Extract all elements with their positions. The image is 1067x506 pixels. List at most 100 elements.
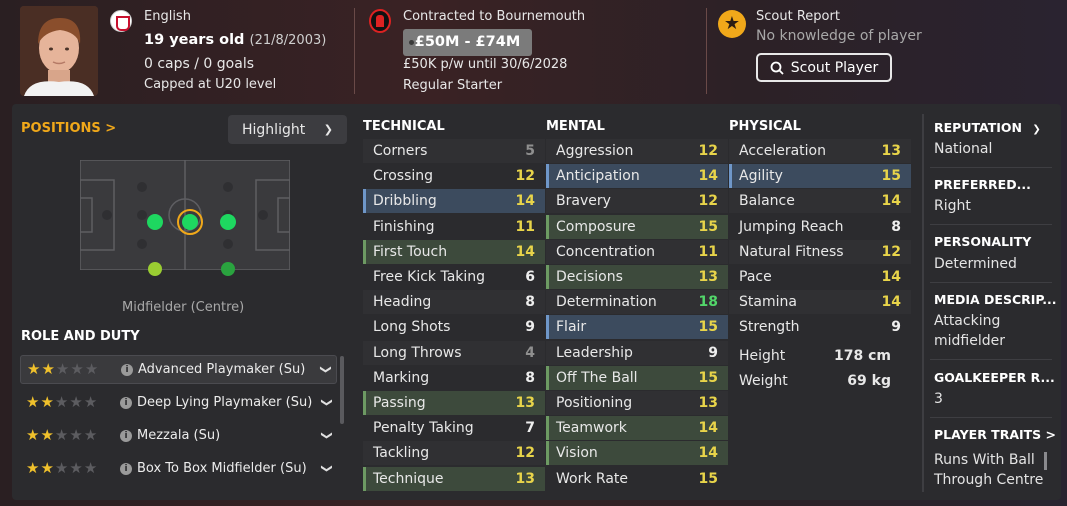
attribute-value: 12: [515, 445, 535, 462]
attribute-value: 15: [698, 218, 718, 235]
sidebar-divider: [922, 114, 924, 492]
pitch-pos-amc-right: [221, 262, 235, 276]
technical-attribute-row[interactable]: Technique 13: [363, 466, 545, 491]
attribute-value: 11: [515, 218, 535, 235]
role-row[interactable]: ★ ★ ★ ★ ★ i Mezzala (Su) ❯: [20, 421, 337, 450]
mental-attribute-row[interactable]: Composure 15: [546, 214, 728, 239]
technical-attribute-row[interactable]: Corners 5: [363, 139, 545, 163]
star-icon: ★: [83, 459, 98, 477]
star-icon: ★: [69, 426, 83, 444]
attribute-name: Aggression: [556, 143, 634, 159]
physical-attribute-row[interactable]: Natural Fitness 12: [729, 239, 911, 264]
mental-attribute-row[interactable]: Flair 15: [546, 315, 728, 340]
technical-attribute-row[interactable]: Free Kick Taking 6: [363, 265, 545, 289]
highlight-dropdown[interactable]: Highlight ❯: [228, 115, 347, 144]
physical-attribute-row[interactable]: Acceleration 13: [729, 139, 911, 163]
technical-attribute-row[interactable]: Finishing 11: [363, 215, 545, 239]
attribute-value: 14: [881, 193, 901, 210]
pitch-pos-dm-right: [220, 214, 236, 230]
info-icon[interactable]: i: [121, 363, 133, 376]
highlight-label: Highlight: [242, 121, 306, 138]
position-label: Midfielder (Centre): [122, 300, 245, 315]
attribute-name: Tackling: [373, 445, 430, 462]
mental-attribute-row[interactable]: Anticipation 14: [546, 164, 728, 189]
info-icon[interactable]: i: [120, 462, 132, 475]
mental-attribute-row[interactable]: Vision 14: [546, 441, 728, 466]
role-name: Mezzala (Su): [137, 428, 221, 443]
mental-attribute-row[interactable]: Decisions 13: [546, 265, 728, 289]
role-scrollbar[interactable]: [340, 356, 344, 424]
physical-attribute-row[interactable]: Balance 14: [729, 189, 911, 214]
mental-attribute-row[interactable]: Teamwork 14: [546, 416, 728, 441]
club-badge-icon[interactable]: [369, 9, 391, 33]
attribute-value: 14: [698, 445, 718, 462]
attribute-name: Leadership: [556, 344, 633, 361]
height-value: 178 cm: [834, 348, 891, 364]
technical-attribute-row[interactable]: Tackling 12: [363, 441, 545, 466]
attribute-name: Decisions: [556, 269, 623, 285]
scout-player-label: Scout Player: [790, 59, 879, 76]
technical-attribute-row[interactable]: Penalty Taking 7: [363, 416, 545, 440]
attribute-value: 15: [881, 168, 901, 185]
mental-attribute-row[interactable]: Leadership 9: [546, 340, 728, 365]
weight-value: 69 kg: [847, 373, 891, 389]
pitch-pos-dm-left: [147, 214, 163, 230]
role-rating-stars: ★ ★ ★ ★ ★: [26, 428, 116, 443]
mental-attribute-row[interactable]: Off The Ball 15: [546, 365, 728, 390]
role-row[interactable]: ★ ★ ★ ★ ★ i Deep Lying Playmaker (Su) ❯: [20, 388, 337, 417]
reputation-title[interactable]: REPUTATION ❯: [934, 120, 1041, 135]
star-icon: ★: [40, 393, 54, 411]
role-row[interactable]: ★ ★ ★ ★ ★ i Box To Box Midfielder (Su) ❯: [20, 454, 337, 483]
position-pitch: [79, 159, 291, 271]
physical-attribute-row[interactable]: Strength 9: [729, 315, 911, 339]
attribute-value: 9: [525, 319, 535, 336]
technical-attribute-row[interactable]: Heading 8: [363, 290, 545, 315]
mental-attribute-row[interactable]: Work Rate 15: [546, 467, 728, 491]
capped-level: Capped at U20 level: [144, 77, 277, 92]
trait-item: Runs With Ball: [934, 452, 1035, 468]
technical-attribute-row[interactable]: Passing 13: [363, 391, 545, 415]
info-icon[interactable]: i: [120, 429, 132, 442]
attribute-name: Teamwork: [556, 420, 627, 437]
attribute-name: Vision: [556, 445, 598, 462]
star-icon: ★: [40, 426, 54, 444]
physical-attribute-row[interactable]: Stamina 14: [729, 290, 911, 315]
contract-club[interactable]: Contracted to Bournemouth: [403, 9, 585, 24]
mental-attribute-row[interactable]: Aggression 12: [546, 139, 728, 163]
technical-attribute-row[interactable]: First Touch 14: [363, 239, 545, 264]
chevron-down-icon[interactable]: ❯: [321, 459, 334, 479]
media-description-title: MEDIA DESCRIP...: [934, 292, 1057, 307]
physical-attribute-row[interactable]: Pace 14: [729, 265, 911, 289]
technical-attribute-row[interactable]: Crossing 12: [363, 164, 545, 188]
attribute-name: Determination: [556, 294, 657, 311]
player-header: English 19 years old (21/8/2003) 0 caps …: [0, 0, 1067, 104]
technical-attribute-row[interactable]: Dribbling 14: [363, 189, 545, 214]
chevron-down-icon[interactable]: ❯: [321, 393, 334, 413]
technical-attribute-row[interactable]: Long Shots 9: [363, 315, 545, 339]
attribute-name: Free Kick Taking: [373, 269, 486, 285]
mental-attribute-row[interactable]: Concentration 11: [546, 239, 728, 264]
info-icon[interactable]: i: [120, 396, 132, 409]
mental-title: MENTAL: [546, 119, 605, 134]
positions-link[interactable]: POSITIONS >: [21, 121, 116, 136]
media-description-value-2: midfielder: [934, 333, 1005, 349]
chevron-down-icon[interactable]: ❯: [321, 426, 334, 446]
role-row[interactable]: ★ ★ ★ ★ ★ i Advanced Playmaker (Su) ❯: [20, 355, 337, 384]
mental-attribute-row[interactable]: Positioning 13: [546, 391, 728, 415]
mental-attribute-row[interactable]: Determination 18: [546, 290, 728, 315]
attribute-name: Penalty Taking: [373, 420, 474, 437]
star-icon: ★: [27, 360, 41, 378]
technical-attribute-row[interactable]: Marking 8: [363, 366, 545, 390]
traits-scrollbar[interactable]: [1044, 452, 1047, 470]
attribute-value: 18: [698, 294, 718, 311]
scout-player-button[interactable]: Scout Player: [756, 53, 892, 82]
reputation-title-text: REPUTATION: [934, 120, 1023, 135]
chevron-down-icon[interactable]: ❯: [320, 360, 333, 380]
reputation-value: National: [934, 141, 993, 157]
technical-attribute-row[interactable]: Long Throws 4: [363, 340, 545, 365]
physical-attribute-row[interactable]: Jumping Reach 8: [729, 215, 911, 239]
attribute-value: 6: [525, 269, 535, 285]
physical-attribute-row[interactable]: Agility 15: [729, 164, 911, 189]
player-traits-link[interactable]: PLAYER TRAITS >: [934, 427, 1056, 442]
mental-attribute-row[interactable]: Bravery 12: [546, 189, 728, 214]
